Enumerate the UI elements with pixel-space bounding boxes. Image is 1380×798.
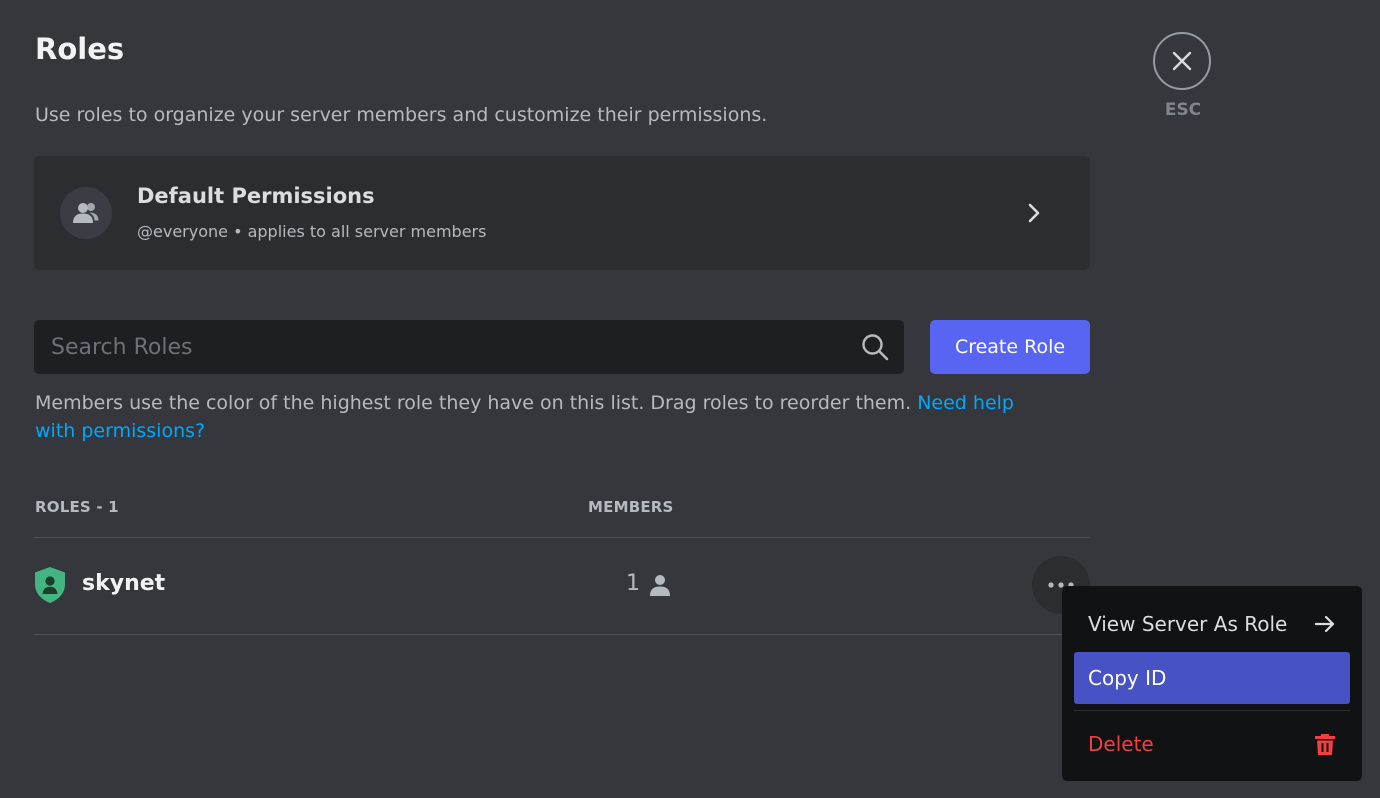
table-divider	[34, 634, 1090, 635]
chevron-right-icon	[1028, 203, 1040, 223]
menu-item-delete[interactable]: Delete	[1074, 718, 1350, 770]
default-permissions-title: Default Permissions	[137, 184, 375, 208]
role-member-count: 1	[626, 571, 640, 596]
close-icon	[1172, 51, 1192, 71]
page-subtitle: Use roles to organize your server member…	[35, 104, 768, 126]
menu-item-view-server-as-role[interactable]: View Server As Role	[1074, 598, 1350, 650]
close-button[interactable]	[1153, 32, 1211, 90]
arrow-right-icon	[1314, 615, 1335, 633]
trash-icon	[1315, 734, 1335, 755]
role-name: skynet	[82, 571, 166, 596]
role-context-menu: View Server As Role Copy ID Delete	[1062, 586, 1362, 781]
menu-item-label: Copy ID	[1088, 666, 1167, 690]
default-permissions-card[interactable]: Default Permissions @everyone • applies …	[34, 156, 1090, 270]
help-text: Members use the color of the highest rol…	[35, 389, 1055, 445]
members-group-icon	[73, 203, 99, 223]
help-text-body: Members use the color of the highest rol…	[35, 392, 918, 414]
role-shield-icon	[35, 567, 65, 603]
members-column-header: MEMBERS	[588, 498, 674, 516]
close-control: ESC	[1153, 32, 1213, 120]
search-roles-input[interactable]	[34, 334, 860, 360]
create-role-button[interactable]: Create Role	[930, 320, 1090, 374]
menu-item-label: View Server As Role	[1088, 612, 1288, 636]
search-icon[interactable]	[860, 332, 890, 362]
page-title: Roles	[35, 32, 125, 66]
roles-settings-page: Roles Use roles to organize your server …	[0, 0, 1380, 798]
role-row[interactable]: skynet 1	[34, 538, 1090, 634]
default-permissions-avatar	[60, 187, 112, 239]
search-roles-field	[34, 320, 904, 374]
esc-label: ESC	[1164, 100, 1202, 120]
menu-item-copy-id[interactable]: Copy ID	[1074, 652, 1350, 704]
member-person-icon	[650, 575, 670, 596]
menu-separator	[1074, 710, 1350, 711]
menu-item-label: Delete	[1088, 732, 1154, 756]
roles-column-header: ROLES - 1	[35, 498, 119, 516]
default-permissions-description: @everyone • applies to all server member…	[137, 222, 487, 241]
